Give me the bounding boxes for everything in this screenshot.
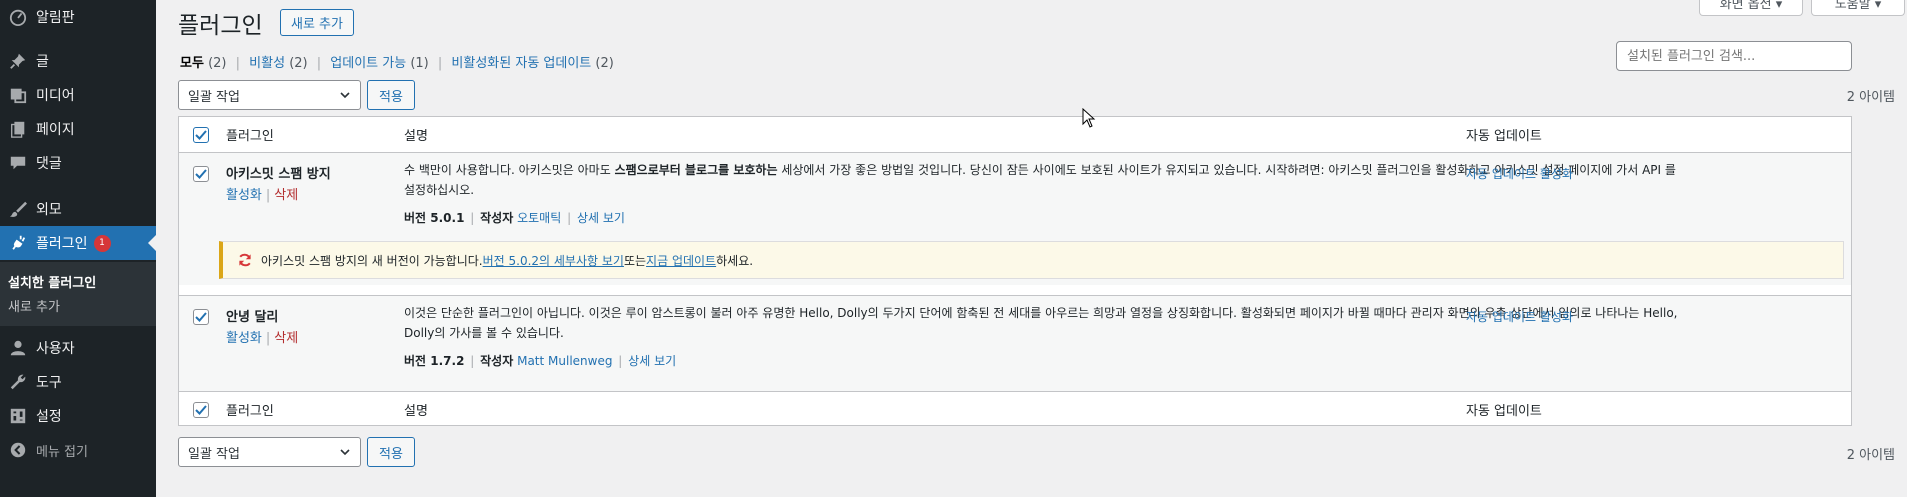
menu-item-media[interactable]: 미디어 bbox=[0, 78, 156, 112]
chevron-down-icon bbox=[339, 89, 351, 105]
plugin-meta: 버전 5.0.1 | 작성자 오토매틱 | 상세 보기 bbox=[404, 211, 625, 225]
activate-link[interactable]: 활성화 bbox=[226, 188, 262, 203]
help-button[interactable]: 도움말 ▾ bbox=[1811, 0, 1905, 16]
menu-item-pages[interactable]: 페이지 bbox=[0, 112, 156, 146]
table-row: 안녕 달리 활성화 | 삭제 이것은 단순한 플러그인이 아닙니다. 이것은 루이 … bbox=[179, 295, 1851, 391]
mouse-cursor-icon bbox=[1082, 107, 1096, 132]
bulk-action-label: 일괄 작업 bbox=[188, 89, 240, 105]
apply-button-bottom[interactable]: 적용 bbox=[367, 437, 415, 467]
comment-icon bbox=[0, 154, 36, 172]
plugins-submenu: 설치한 플러그인 새로 추가 bbox=[0, 262, 156, 326]
menu-label: 외모 bbox=[36, 202, 62, 218]
row-actions: 활성화 | 삭제 bbox=[226, 331, 299, 346]
version-details-link[interactable]: 버전 5.0.2의 세부사항 보기 bbox=[483, 252, 624, 269]
plugin-search-input[interactable] bbox=[1616, 41, 1852, 71]
enable-auto-update-link[interactable]: 자동 업데이트 활성화 bbox=[1466, 308, 1573, 325]
collapse-label: 메뉴 접기 bbox=[36, 444, 88, 460]
select-all-checkbox-bottom[interactable] bbox=[193, 402, 209, 418]
media-icon bbox=[0, 86, 36, 104]
plugin-meta: 버전 1.7.2 | 작성자 Matt Mullenweg | 상세 보기 bbox=[404, 354, 677, 368]
menu-label: 미디어 bbox=[36, 88, 75, 104]
delete-link[interactable]: 삭제 bbox=[274, 188, 298, 203]
menu-item-appearance[interactable]: 외모 bbox=[0, 192, 156, 226]
screen-options-button[interactable]: 화면 옵션 ▾ bbox=[1699, 0, 1803, 16]
plugin-name: 아키스밋 스팸 방지 bbox=[226, 167, 331, 182]
menu-label: 플러그인 bbox=[36, 236, 88, 252]
menu-label: 사용자 bbox=[36, 341, 75, 357]
dashboard-icon bbox=[0, 8, 36, 26]
brush-icon bbox=[0, 200, 36, 218]
select-all-checkbox[interactable] bbox=[193, 127, 209, 143]
plugin-checkbox[interactable] bbox=[193, 309, 209, 325]
filter-inactive[interactable]: 비활성 bbox=[249, 56, 285, 71]
column-auto-updates: 자동 업데이트 bbox=[1466, 129, 1542, 144]
column-plugin-footer[interactable]: 플러그인 bbox=[226, 400, 274, 419]
menu-item-posts[interactable]: 글 bbox=[0, 44, 156, 78]
update-count-badge: 1 bbox=[93, 234, 111, 252]
menu-item-comments[interactable]: 댓글 bbox=[0, 146, 156, 180]
menu-label: 페이지 bbox=[36, 122, 75, 138]
chevron-down-icon bbox=[339, 446, 351, 462]
menu-item-dashboard[interactable]: 알림판 bbox=[0, 0, 156, 34]
filter-upgrade[interactable]: 업데이트 가능 bbox=[330, 56, 406, 71]
filter-auto-update-disabled-count: (2) bbox=[595, 56, 614, 71]
items-count-bottom: 2 아이템 bbox=[1846, 448, 1895, 463]
plugins-table: 플러그인 설명 자동 업데이트 아키스밋 스팸 방지 활성화 | 삭제 수 백만이 … bbox=[178, 116, 1852, 426]
apply-button-top[interactable]: 적용 bbox=[367, 80, 415, 110]
menu-label: 알림판 bbox=[36, 10, 75, 26]
add-new-plugin-button[interactable]: 새로 추가 bbox=[280, 9, 354, 36]
table-header: 플러그인 설명 자동 업데이트 bbox=[179, 117, 1851, 153]
settings-icon bbox=[0, 407, 36, 425]
plugin-name: 안녕 달리 bbox=[226, 310, 279, 325]
submenu-add-new[interactable]: 새로 추가 bbox=[8, 296, 60, 315]
admin-sidebar: 알림판 글 미디어 페이지 댓글 외모 플러그인 1 설치한 플러그인 새로 추… bbox=[0, 0, 156, 497]
plugin-status-filters: 모두 (2) | 비활성 (2) | 업데이트 가능 (1) | 비활성화된 자… bbox=[180, 56, 614, 71]
plugin-icon bbox=[0, 234, 36, 252]
menu-label: 댓글 bbox=[36, 156, 62, 172]
row-actions: 활성화 | 삭제 bbox=[226, 188, 299, 203]
author-link[interactable]: 오토매틱 bbox=[517, 211, 561, 225]
page-icon bbox=[0, 120, 36, 138]
update-icon bbox=[237, 252, 253, 268]
pin-icon bbox=[0, 52, 36, 70]
menu-label: 설정 bbox=[36, 409, 62, 425]
bulk-action-select-top[interactable]: 일괄 작업 bbox=[178, 80, 361, 110]
filter-all-count: (2) bbox=[208, 56, 227, 71]
filter-all[interactable]: 모두 bbox=[180, 56, 204, 71]
menu-label: 도구 bbox=[36, 375, 62, 391]
table-footer: 플러그인 설명 자동 업데이트 bbox=[179, 391, 1851, 427]
menu-label: 글 bbox=[36, 54, 49, 70]
items-count-top: 2 아이템 bbox=[1846, 90, 1895, 105]
collapse-icon bbox=[0, 442, 36, 458]
bulk-action-select-bottom[interactable]: 일괄 작업 bbox=[178, 437, 361, 467]
filter-upgrade-count: (1) bbox=[410, 56, 429, 71]
page-title: 플러그인 bbox=[178, 13, 263, 39]
filter-auto-update-disabled[interactable]: 비활성화된 자동 업데이트 bbox=[451, 56, 591, 71]
column-auto-updates-footer: 자동 업데이트 bbox=[1466, 404, 1542, 419]
view-details-link[interactable]: 상세 보기 bbox=[628, 354, 676, 368]
plugin-checkbox[interactable] bbox=[193, 166, 209, 182]
menu-item-plugins[interactable]: 플러그인 1 bbox=[0, 226, 156, 260]
view-details-link[interactable]: 상세 보기 bbox=[577, 211, 625, 225]
author-link[interactable]: Matt Mullenweg bbox=[517, 354, 612, 368]
filter-inactive-count: (2) bbox=[289, 56, 308, 71]
delete-link[interactable]: 삭제 bbox=[274, 331, 298, 346]
main-content: 화면 옵션 ▾ 도움말 ▾ 플러그인 새로 추가 모두 (2) | 비활성 (2… bbox=[156, 0, 1907, 497]
enable-auto-update-link[interactable]: 자동 업데이트 활성화 bbox=[1466, 165, 1573, 182]
submenu-installed-plugins[interactable]: 설치한 플러그인 bbox=[8, 272, 96, 291]
user-icon bbox=[0, 339, 36, 357]
activate-link[interactable]: 활성화 bbox=[226, 331, 262, 346]
menu-item-tools[interactable]: 도구 bbox=[0, 365, 156, 399]
column-plugin[interactable]: 플러그인 bbox=[226, 125, 274, 144]
collapse-menu-button[interactable]: 메뉴 접기 bbox=[0, 433, 156, 467]
bulk-action-label: 일괄 작업 bbox=[188, 446, 240, 462]
update-now-link[interactable]: 지금 업데이트 bbox=[646, 252, 716, 269]
column-description-footer: 설명 bbox=[404, 404, 428, 419]
update-notice: 아키스밋 스팸 방지의 새 버전이 가능합니다. 버전 5.0.2의 세부사항 … bbox=[219, 241, 1844, 279]
column-description: 설명 bbox=[404, 129, 428, 144]
menu-item-settings[interactable]: 설정 bbox=[0, 399, 156, 433]
menu-item-users[interactable]: 사용자 bbox=[0, 331, 156, 365]
wrench-icon bbox=[0, 373, 36, 391]
